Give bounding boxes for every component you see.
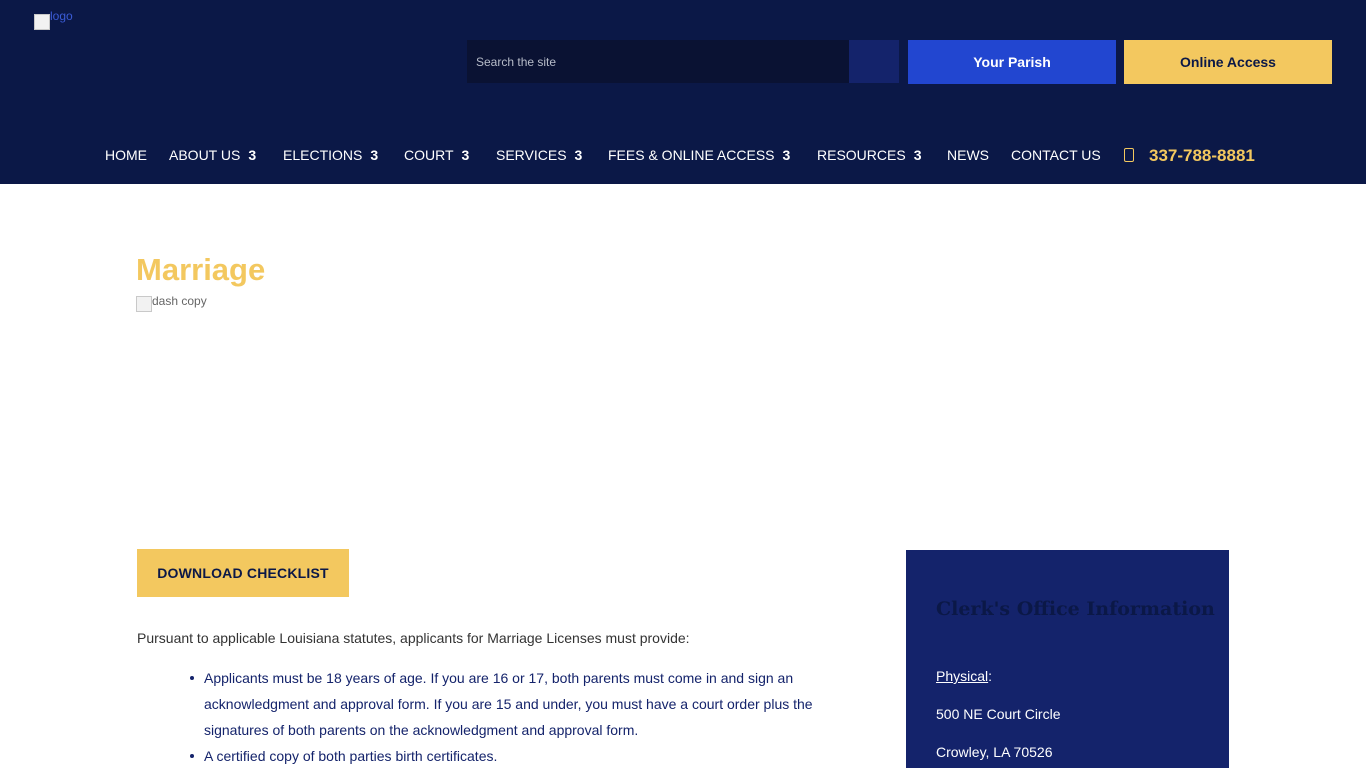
physical-label: Physical: <box>936 668 993 684</box>
chevron-down-icon: 3 <box>913 147 922 163</box>
phone-icon <box>1124 148 1134 162</box>
address-line-2: Crowley, LA 70526 <box>936 744 1053 760</box>
search-button[interactable] <box>849 40 899 83</box>
nav-item-news[interactable]: NEWS <box>947 145 989 165</box>
site-logo[interactable]: logo <box>34 10 78 32</box>
nav-item-court[interactable]: COURT 3 <box>404 145 469 165</box>
dash-alt-text: dash copy <box>152 294 207 308</box>
chevron-down-icon: 3 <box>370 147 379 163</box>
nav-item-home[interactable]: HOME <box>105 145 147 165</box>
broken-image-icon <box>136 296 152 312</box>
chevron-down-icon: 3 <box>574 147 583 163</box>
address-line-1: 500 NE Court Circle <box>936 706 1061 722</box>
list-item: Applicants must be 18 years of age. If y… <box>190 665 824 743</box>
site-header: logo Your Parish Online Access HOME ABOU… <box>0 0 1366 184</box>
chevron-down-icon: 3 <box>461 147 470 163</box>
phone-link[interactable]: 337-788-8881 <box>1149 146 1255 166</box>
clerk-info-sidebar: Clerk's Office Information Physical: 500… <box>906 550 1229 768</box>
nav-item-services[interactable]: SERVICES 3 <box>496 145 582 165</box>
chevron-down-icon: 3 <box>248 147 257 163</box>
nav-item-about-us[interactable]: ABOUT US 3 <box>169 145 256 165</box>
intro-text: Pursuant to applicable Louisiana statute… <box>137 630 690 646</box>
download-checklist-button[interactable]: DOWNLOAD CHECKLIST <box>137 549 349 597</box>
nav-item-elections[interactable]: ELECTIONS 3 <box>283 145 378 165</box>
search-input[interactable] <box>467 40 849 83</box>
your-parish-button[interactable]: Your Parish <box>908 40 1116 84</box>
sidebar-title: Clerk's Office Information <box>936 598 1215 620</box>
nav-item-contact-us[interactable]: CONTACT US <box>1011 145 1101 165</box>
dash-image: dash copy <box>136 295 207 312</box>
broken-image-icon <box>34 14 50 30</box>
requirements-list: Applicants must be 18 years of age. If y… <box>190 665 824 768</box>
logo-alt-text: logo <box>50 9 73 23</box>
nav-item-fees-online-access[interactable]: FEES & ONLINE ACCESS 3 <box>608 145 790 165</box>
chevron-down-icon: 3 <box>782 147 791 163</box>
online-access-button[interactable]: Online Access <box>1124 40 1332 84</box>
list-item: A certified copy of both parties birth c… <box>190 743 824 768</box>
page-title: Marriage <box>136 252 266 287</box>
nav-item-resources[interactable]: RESOURCES 3 <box>817 145 921 165</box>
